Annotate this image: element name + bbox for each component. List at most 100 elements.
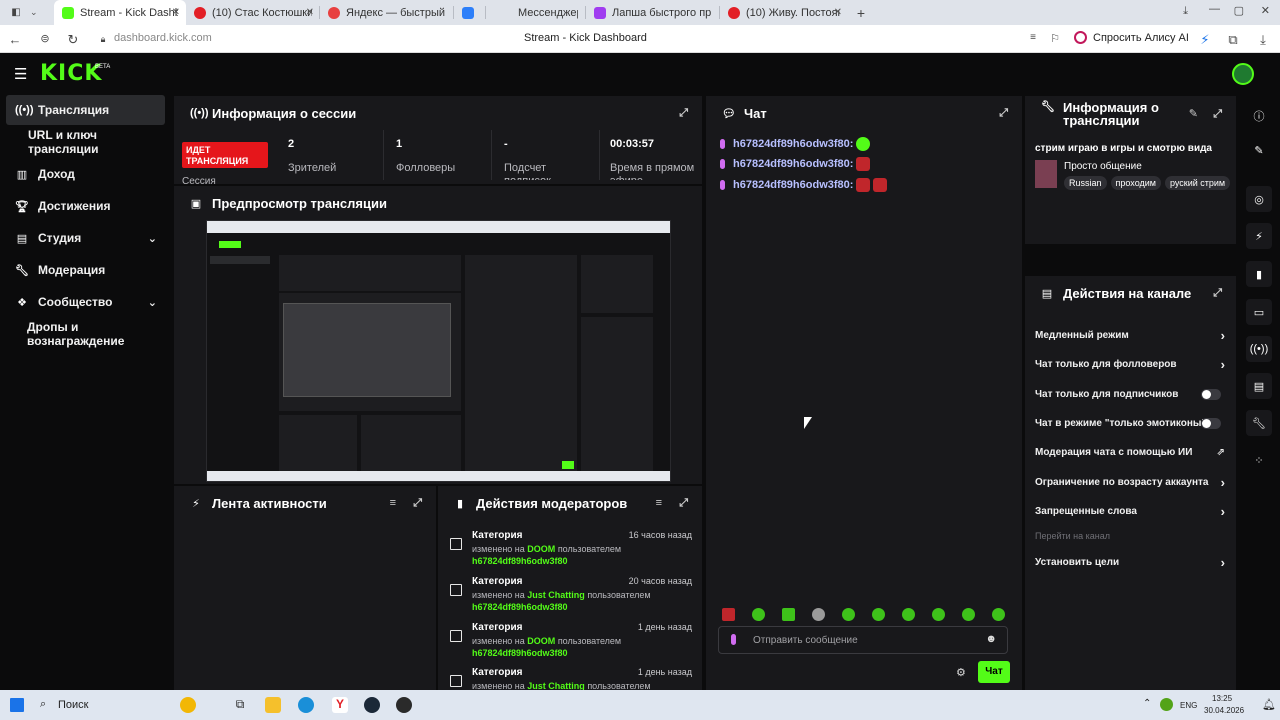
user-avatar[interactable]: [1232, 63, 1254, 85]
obs-icon[interactable]: [396, 697, 412, 713]
chat-send-button[interactable]: Чат: [978, 661, 1010, 683]
tab-youtube-1[interactable]: (10) Стас Костюшкин ✕: [186, 0, 320, 25]
settings-gear-icon[interactable]: ⚙: [956, 666, 966, 679]
reload-icon[interactable]: ↻: [66, 32, 80, 48]
filter-icon[interactable]: ≡: [656, 497, 662, 509]
popout-icon[interactable]: ⤢: [679, 107, 688, 120]
tab-kick-dashboard[interactable]: Stream - Kick Dashboard ✕: [54, 0, 186, 25]
stream-preview-video[interactable]: [206, 220, 671, 482]
banned-words-item[interactable]: Запрещенные слова ›: [1035, 499, 1225, 523]
steam-icon[interactable]: [364, 697, 380, 713]
tray-app-icon[interactable]: [1160, 698, 1173, 711]
popout-icon[interactable]: ⤢: [413, 497, 422, 510]
emote-icon[interactable]: [992, 608, 1005, 621]
broadcast-icon: ((•)): [15, 104, 34, 116]
ai-moderation-item[interactable]: Модерация чата с помощью ИИ ⇗: [1035, 440, 1225, 464]
emote-icon[interactable]: [722, 608, 735, 621]
lightning-icon[interactable]: ⚡: [1246, 223, 1272, 249]
session-info-header: ((•)) Информация о сессии ⤢: [190, 105, 688, 121]
notification-bell-icon[interactable]: 🔔︎: [1262, 698, 1276, 711]
yandex-favicon-icon: [328, 6, 340, 19]
tab-messenger[interactable]: Мессенджер: [486, 0, 586, 25]
emote-icon[interactable]: [752, 608, 765, 621]
emote-icon[interactable]: [932, 608, 945, 621]
sidebar-item-broadcast[interactable]: ((•)) Трансляция: [6, 95, 165, 125]
maximize-icon[interactable]: ▢: [1234, 4, 1244, 17]
flash-icon[interactable]: ⚡: [1198, 32, 1212, 48]
popout-icon[interactable]: ⤢: [1213, 108, 1222, 121]
window-close-icon[interactable]: ✕: [1261, 4, 1270, 17]
filter-icon[interactable]: ≡: [390, 497, 396, 509]
kick-logo[interactable]: KICK: [40, 61, 102, 86]
emote-icon[interactable]: [962, 608, 975, 621]
close-icon[interactable]: ✕: [834, 7, 842, 18]
sidebar-item-url-key[interactable]: URL и ключ трансляции: [6, 127, 165, 157]
sidebar-toggle-icon[interactable]: ◧: [8, 7, 24, 18]
target-icon[interactable]: ◎: [1246, 186, 1272, 212]
security-icon[interactable]: ⊜: [38, 32, 52, 45]
yandex-browser-icon[interactable]: Y: [332, 697, 348, 713]
account-age-item[interactable]: Ограничение по возрасту аккаунта ›: [1035, 470, 1225, 494]
chat-bubble-icon[interactable]: ▭: [1246, 299, 1272, 325]
browser-tab-bar: ◧ ⌄ Stream - Kick Dashboard ✕ (10) Стас …: [0, 0, 1280, 25]
tab-noodles[interactable]: Лапша быстрого пригото: [586, 0, 720, 25]
apps-icon[interactable]: ⁘: [1246, 447, 1272, 473]
sidebar-item-achievements[interactable]: 🏆︎ Достижения: [6, 191, 165, 221]
sidebar-item-drops[interactable]: Дропы и вознаграждение: [6, 319, 165, 349]
emote-icon[interactable]: [842, 608, 855, 621]
file-explorer-icon[interactable]: [265, 697, 281, 713]
tab-pinned[interactable]: [454, 0, 486, 25]
emote-icon[interactable]: [812, 608, 825, 621]
copilot-icon[interactable]: [180, 697, 196, 713]
emote-icon[interactable]: [902, 608, 915, 621]
tab-list-icon[interactable]: ⌄: [30, 7, 44, 18]
close-icon[interactable]: ✕: [172, 7, 180, 18]
set-goals-item[interactable]: Установить цели ›: [1035, 550, 1225, 574]
windows-start-icon[interactable]: [10, 698, 24, 712]
chat-input[interactable]: Отправить сообщение ☻: [718, 626, 1008, 654]
sidebar-item-studio[interactable]: ▤ Студия ⌄: [6, 223, 165, 253]
sidebar-item-moderation[interactable]: 🔧︎ Модерация: [6, 255, 165, 285]
url-text[interactable]: dashboard.kick.com: [114, 32, 212, 44]
tray-chevron-icon[interactable]: ⌃: [1143, 698, 1151, 709]
wrench-icon: 🔧︎: [15, 264, 29, 277]
emote-icon[interactable]: [782, 608, 795, 621]
sidebar-item-community[interactable]: ❖ Сообщество ⌄: [6, 287, 165, 317]
emotes-only-toggle[interactable]: [1201, 417, 1221, 429]
tab-yandex[interactable]: Яндекс — быстрый поиск: [320, 0, 454, 25]
layout-icon[interactable]: ▤: [1246, 373, 1272, 399]
wrench-icon[interactable]: 🔧︎: [1246, 410, 1272, 436]
emote-icon[interactable]: [872, 608, 885, 621]
emoji-icon[interactable]: ☻: [985, 633, 997, 645]
tab-youtube-2[interactable]: (10) Живу. Постоянн ✕: [720, 0, 848, 25]
downloads-icon[interactable]: ⤓: [1183, 5, 1188, 18]
slow-mode-item[interactable]: Медленный режим ›: [1035, 323, 1225, 347]
menu-icon[interactable]: ≡: [1026, 32, 1040, 43]
back-icon[interactable]: ←: [8, 32, 22, 47]
popout-icon[interactable]: ⤢: [999, 107, 1008, 120]
taskbar-search[interactable]: Поиск: [58, 699, 88, 711]
new-tab-button[interactable]: +: [848, 5, 874, 21]
clipboard-icon[interactable]: ▮: [1246, 261, 1272, 287]
popout-icon[interactable]: ⤢: [1213, 287, 1222, 300]
download-icon[interactable]: ⤓: [1256, 32, 1270, 48]
emotes-only-item: Чат в режиме "только эмотиконы": [1035, 411, 1225, 435]
extensions-icon[interactable]: ⧉: [1226, 32, 1240, 48]
language-indicator[interactable]: ENG: [1180, 701, 1197, 710]
ask-alice-button[interactable]: Спросить Алису AI: [1093, 32, 1189, 44]
close-icon[interactable]: ✕: [306, 7, 314, 18]
bookmark-icon[interactable]: ⚐: [1048, 32, 1062, 45]
minimize-icon[interactable]: —: [1209, 3, 1220, 15]
subscribers-only-toggle[interactable]: [1201, 388, 1221, 400]
broadcast-icon[interactable]: ((•)): [1246, 336, 1272, 362]
task-view-icon[interactable]: ⧉: [232, 697, 248, 713]
hamburger-menu-icon[interactable]: ☰: [14, 65, 27, 83]
edit-icon[interactable]: ✎: [1189, 108, 1198, 121]
go-to-channel-link[interactable]: Перейти на канал: [1035, 524, 1225, 548]
popout-icon[interactable]: ⤢: [679, 497, 688, 510]
followers-only-item[interactable]: Чат только для фолловеров ›: [1035, 352, 1225, 376]
sidebar-item-income[interactable]: ▥ Доход: [6, 159, 165, 189]
edge-icon[interactable]: [298, 697, 314, 713]
info-icon[interactable]: ⓘ: [1246, 103, 1272, 129]
pencil-icon[interactable]: ✎: [1246, 137, 1272, 163]
